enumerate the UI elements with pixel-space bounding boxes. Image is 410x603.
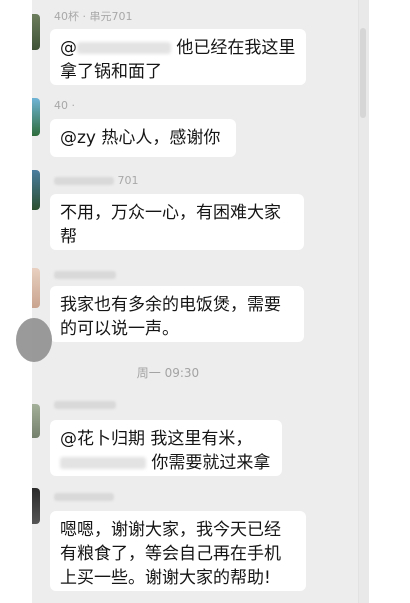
- message-text: @zy 热心人，感谢你: [60, 128, 221, 148]
- message-bubble[interactable]: @ 他已经在我这里 拿了锅和面了: [50, 29, 306, 85]
- message-line: 拿了锅和面了: [60, 62, 162, 82]
- message-bubble[interactable]: 不用，万众一心，有困难大家 帮: [50, 194, 304, 250]
- sender-name: 40 ·: [54, 99, 75, 112]
- mention-text: @: [60, 38, 77, 58]
- timestamp-divider: 周一 09:30: [136, 366, 200, 380]
- message-line: @花卜归期 我这里有米，: [60, 429, 253, 449]
- message-line: 有粮食了，等会自己再在手机: [60, 544, 281, 564]
- message-text: 你需要就过来拿: [151, 453, 271, 473]
- message-line: 的可以说一声。: [60, 319, 179, 339]
- sender-name-text: 701: [117, 174, 139, 187]
- sender-name: [54, 398, 116, 411]
- redacted-name: [77, 42, 171, 54]
- message-bubble[interactable]: @花卜归期 我这里有米， 你需要就过来拿: [50, 420, 282, 476]
- message-bubble[interactable]: 我家也有多余的电饭煲，需要 的可以说一声。: [50, 286, 304, 342]
- redacted-name: [54, 493, 114, 501]
- avatar[interactable]: [32, 170, 40, 210]
- redacted-name: [54, 177, 114, 185]
- sender-name: 40杯 · 串元701: [54, 10, 133, 23]
- message-line: @ 他已经在我这里: [60, 36, 296, 60]
- message-line: 上买一些。谢谢大家的帮助!: [60, 568, 271, 588]
- avatar[interactable]: [32, 14, 40, 50]
- avatar[interactable]: [32, 98, 40, 136]
- message-line: 你需要就过来拿: [60, 451, 272, 475]
- scrollbar-thumb[interactable]: [360, 28, 366, 118]
- sender-name: [54, 268, 116, 281]
- message-bubble[interactable]: @zy 热心人，感谢你: [50, 119, 236, 157]
- redacted-name: [54, 271, 116, 279]
- floating-action-button[interactable]: [16, 318, 52, 362]
- avatar[interactable]: [32, 404, 40, 438]
- sender-name: [54, 490, 114, 503]
- message-line: 我家也有多余的电饭煲，需要: [60, 295, 281, 315]
- redacted-name: [54, 401, 116, 409]
- avatar[interactable]: [32, 268, 40, 308]
- sender-name: 701: [54, 174, 139, 187]
- message-bubble[interactable]: 嗯嗯，谢谢大家，我今天已经 有粮食了，等会自己再在手机 上买一些。谢谢大家的帮助…: [50, 511, 306, 591]
- message-line: 帮: [60, 227, 77, 247]
- message-text: 他已经在我这里: [176, 38, 296, 58]
- avatar[interactable]: [32, 488, 40, 524]
- message-line: 不用，万众一心，有困难大家: [60, 203, 281, 223]
- message-line: 嗯嗯，谢谢大家，我今天已经: [60, 520, 281, 540]
- redacted-number: [60, 457, 146, 469]
